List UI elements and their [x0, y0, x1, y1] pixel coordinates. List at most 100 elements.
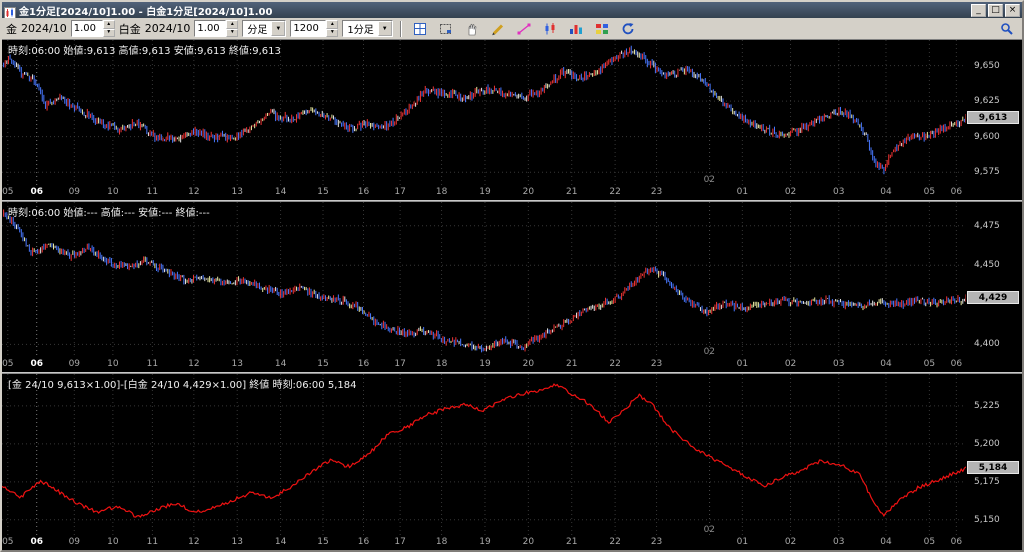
x-tick-label: 22 [609, 537, 621, 547]
pencil-draw-icon[interactable] [486, 19, 509, 38]
y-tick-label: 4,400 [974, 339, 1000, 350]
x-tick-label: 04 [880, 187, 892, 197]
x-tick-label: 01 [736, 187, 749, 197]
gold-chart-panel: 02 9,650 9,625 9,600 9,575 9,613 05 06 09 10 11 1… [2, 40, 1022, 200]
x-tick-label: 23 [650, 537, 663, 547]
spin-up-icon[interactable]: ▲ [102, 20, 115, 29]
spin-down-icon[interactable]: ▼ [102, 28, 115, 37]
x-tick-label: 18 [435, 537, 448, 547]
toolbar-separator [399, 20, 402, 37]
x-tick-label: 19 [479, 359, 491, 369]
x-tick-label: 20 [522, 537, 535, 547]
x-tick-label: 16 [357, 537, 370, 547]
gold-month: 2024/10 [21, 22, 67, 35]
y-tick-label: 5,150 [974, 514, 1000, 525]
platinum-plot[interactable]: 02 [2, 202, 966, 357]
x-tick-label: 12 [188, 537, 200, 547]
x-tick-label: 17 [394, 359, 406, 369]
grid-table-icon[interactable] [408, 19, 431, 38]
gold-plot[interactable]: 02 [2, 40, 966, 185]
x-tick-label: 12 [188, 359, 200, 369]
x-tick-label: 05 [923, 187, 936, 197]
x-tick-label: 03 [833, 359, 845, 369]
close-button[interactable]: × [1005, 3, 1020, 17]
spin-up-icon[interactable]: ▲ [226, 20, 239, 29]
x-tick-label: 15 [317, 359, 329, 369]
app-window: 金1分足[2024/10]1.00 - 白金1分足[2024/10]1.00 _… [0, 0, 1024, 552]
bar-chart-icon[interactable] [564, 19, 587, 38]
x-tick-label: 17 [394, 187, 406, 197]
x-tick-label: 11 [146, 187, 159, 197]
x-tick-label: 03 [833, 187, 845, 197]
y-tick-label: 4,450 [974, 260, 1000, 271]
x-tick-label: 20 [522, 187, 535, 197]
x-tick-label: 13 [231, 537, 243, 547]
x-tick-label: 06 [30, 187, 43, 197]
platinum-multiplier-spinner: ▲▼ [194, 20, 239, 37]
platinum-multiplier-input[interactable] [194, 20, 227, 37]
date-change-marker: 02 [703, 347, 716, 357]
gold-label: 金 [6, 22, 17, 36]
y-tick-label: 9,625 [974, 96, 1000, 107]
x-tick-label: 05 [923, 537, 936, 547]
x-tick-label: 09 [68, 187, 81, 197]
x-tick-label: 18 [435, 359, 448, 369]
chevron-down-icon[interactable]: ▼ [271, 21, 286, 36]
x-tick-label: 02 [784, 187, 797, 197]
y-tick-label: 9,650 [974, 60, 1000, 71]
candlestick-icon[interactable] [538, 19, 561, 38]
gold-multiplier-input[interactable] [70, 20, 103, 37]
x-tick-label: 16 [357, 187, 370, 197]
pan-hand-icon[interactable] [460, 19, 483, 38]
spread-plot[interactable]: 02 [2, 374, 966, 535]
spread-price-axis: 5,225 5,200 5,175 5,150 5,184 [966, 374, 1022, 535]
toolbar: 金 2024/10 ▲▼ 白金 2024/10 ▲▼ 分足 ▼ ▲▼ 1分足 ▼ [2, 18, 1022, 40]
x-tick-label: 10 [107, 537, 119, 547]
x-tick-label: 13 [231, 359, 243, 369]
x-tick-label: 21 [565, 537, 578, 547]
date-change-marker: 02 [703, 525, 716, 535]
x-tick-label: 04 [880, 537, 892, 547]
x-tick-label: 09 [68, 537, 81, 547]
platinum-label: 白金 [118, 22, 141, 36]
maximize-button[interactable]: □ [988, 3, 1003, 17]
indicator-grid-icon[interactable] [590, 19, 613, 38]
timeframe-dropdown[interactable]: 1分足 ▼ [342, 20, 393, 37]
x-tick-label: 12 [188, 187, 200, 197]
x-tick-label: 21 [565, 187, 578, 197]
chart-area: 02 9,650 9,625 9,600 9,575 9,613 05 06 09 10 11 1… [2, 40, 1022, 550]
minimize-button[interactable]: _ [971, 3, 986, 17]
spin-down-icon[interactable]: ▼ [326, 28, 339, 37]
spread-chart-panel: 02 5,225 5,200 5,175 5,150 5,184 05 06 09 10 11 1… [2, 374, 1022, 550]
magnifier-icon[interactable] [996, 19, 1018, 38]
x-tick-label: 23 [650, 359, 663, 369]
spin-down-icon[interactable]: ▼ [226, 28, 239, 37]
gold-price-axis: 9,650 9,625 9,600 9,575 9,613 [966, 40, 1022, 185]
x-tick-label: 02 [784, 537, 797, 547]
period-type-dropdown[interactable]: 分足 ▼ [242, 20, 287, 37]
refresh-icon[interactable] [616, 19, 639, 38]
spin-up-icon[interactable]: ▲ [326, 20, 339, 29]
x-tick-label: 06 [950, 359, 963, 369]
x-tick-label: 06 [950, 187, 963, 197]
x-tick-label: 01 [736, 359, 749, 369]
bar-count-input[interactable] [290, 20, 327, 37]
y-tick-label: 5,225 [974, 400, 1000, 411]
x-tick-label: 02 [784, 359, 797, 369]
platinum-chart-panel: 02 4,475 4,450 4,400 4,429 05 06 09 10 11 12 13 14… [2, 202, 1022, 372]
select-region-icon[interactable] [434, 19, 457, 38]
window-title: 金1分足[2024/10]1.00 - 白金1分足[2024/10]1.00 [19, 6, 273, 18]
x-tick-label: 15 [317, 537, 329, 547]
x-tick-label: 23 [650, 187, 663, 197]
x-tick-label: 10 [107, 359, 119, 369]
x-tick-label: 15 [317, 187, 329, 197]
x-tick-label: 14 [274, 359, 287, 369]
x-tick-label: 21 [565, 359, 578, 369]
x-tick-label: 17 [394, 537, 406, 547]
x-tick-label: 18 [435, 187, 448, 197]
spread-series [2, 374, 966, 535]
x-tick-label: 14 [274, 187, 287, 197]
chevron-down-icon[interactable]: ▼ [377, 21, 392, 36]
trendline-icon[interactable] [512, 19, 535, 38]
x-tick-label: 19 [479, 537, 491, 547]
